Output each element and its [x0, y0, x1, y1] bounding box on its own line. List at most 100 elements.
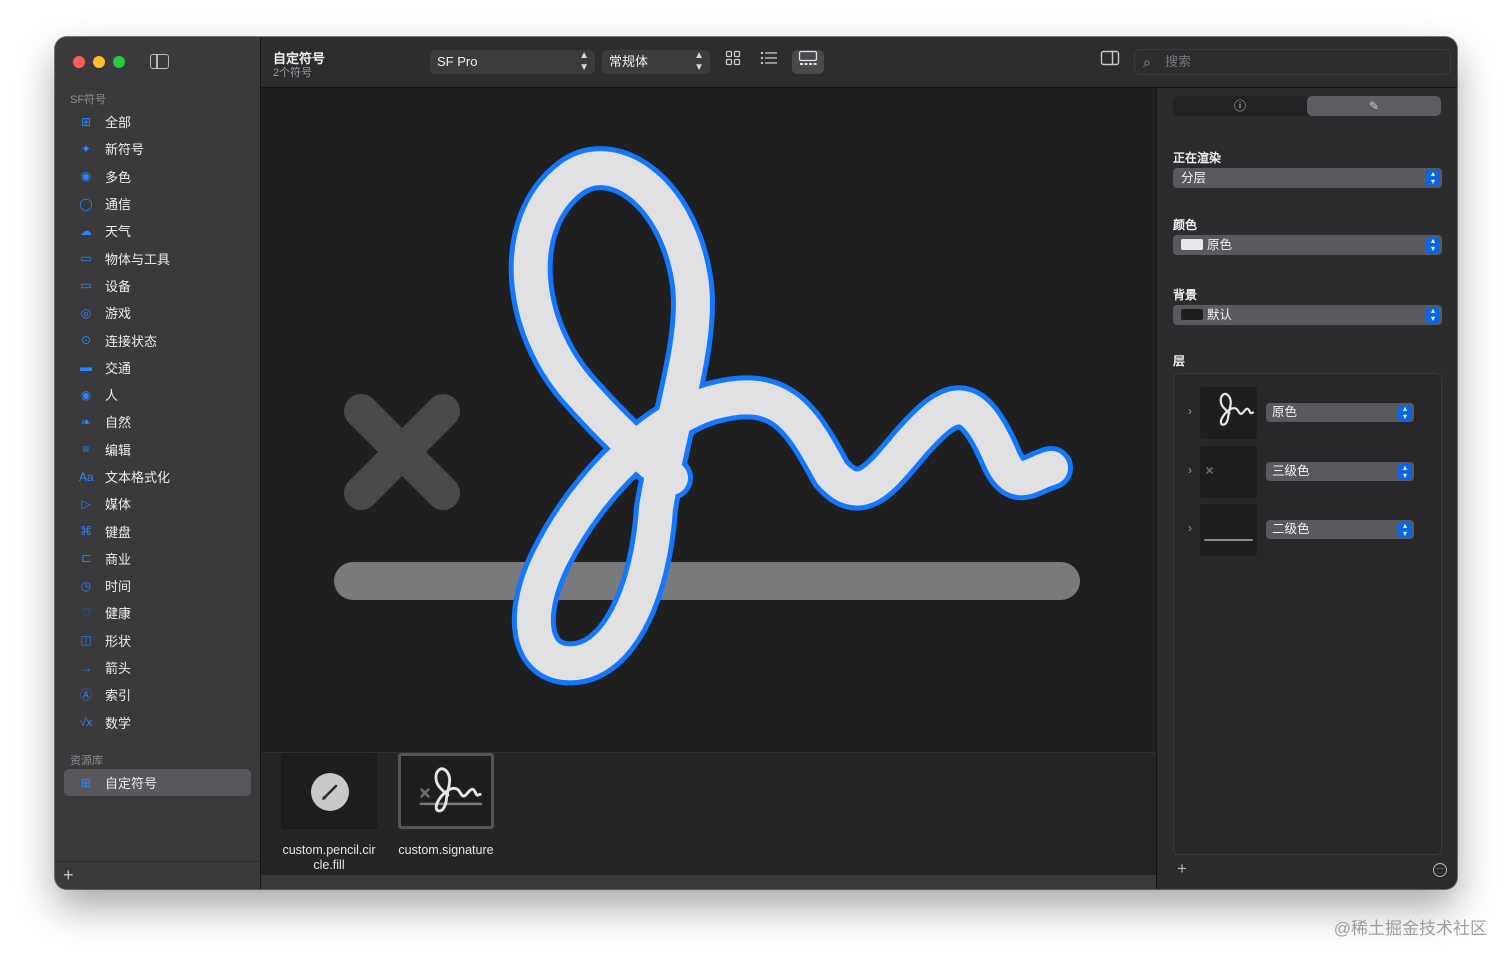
sidebar-item[interactable]: ✦ 新符号 — [64, 135, 251, 162]
add-library-button[interactable]: + — [63, 865, 74, 886]
sidebar-footer: + — [55, 861, 260, 889]
sidebar-item[interactable]: ⊞ 自定符号 — [64, 769, 251, 797]
x-layer-thumbnail — [1200, 446, 1257, 498]
layer-color-popup[interactable]: 三级色 ▴ ▾ — [1266, 462, 1414, 481]
weight-popup[interactable]: 常规体 ▲ ▼ — [602, 50, 710, 74]
car-icon: ▬ — [80, 360, 92, 375]
sidebar-item[interactable]: ☁ 天气 — [64, 217, 251, 244]
zoom-window-button[interactable] — [113, 56, 125, 68]
sidebar-item[interactable]: ◫ 形状 — [64, 627, 251, 654]
search-placeholder: 搜索 — [1165, 54, 1192, 69]
sidebar-item[interactable]: ⌘ 键盘 — [64, 517, 251, 544]
more-options-icon[interactable]: ··· — [1433, 863, 1447, 877]
gallery-item-signature[interactable]: custom.signature — [391, 753, 501, 858]
folder-icon: ▭ — [80, 251, 92, 266]
sidebar-item[interactable]: ⊙ 连接状态 — [64, 326, 251, 353]
sidebar-item-label: 商业 — [105, 551, 132, 567]
sidebar-item[interactable]: Ⓐ 索引 — [64, 681, 251, 708]
weight-popup-value: 常规体 — [609, 54, 649, 69]
sidebar-item[interactable]: ♡ 健康 — [64, 599, 251, 626]
sidebar-item-label: 物体与工具 — [105, 251, 171, 267]
layer-color-popup[interactable]: 二级色 ▴ ▾ — [1266, 520, 1414, 539]
gallery-scrollbar[interactable] — [261, 875, 1156, 889]
toolbar: 自定符号 2个符号 SF Pro ▲ ▼ 常规体 ▲ ▼ ⌕ 搜索 — [261, 37, 1457, 88]
sidebar-toggle-icon[interactable] — [150, 54, 169, 69]
popup-chevron-icon: ▲ ▼ — [694, 50, 704, 73]
gamecontroller-icon: ◎ — [80, 305, 92, 320]
search-field[interactable]: ⌕ 搜索 — [1134, 49, 1451, 75]
inspector-panel: ⓘ ✎ 正在渲染 分层 ▴▾ 颜色 原色 ▴▾ 背景 默认 ▴▾ 层 › — [1156, 88, 1457, 889]
sidebar-item[interactable]: ◉ 人 — [64, 381, 251, 408]
layer-row[interactable]: › 原色 ▴ ▾ — [1174, 387, 1443, 439]
sidebar-item-label: 文本格式化 — [105, 470, 171, 485]
sidebar-item-label: 游戏 — [105, 306, 132, 322]
gallery-view-icon[interactable] — [792, 50, 824, 74]
stepper-chevron-icon: ▴ ▾ — [1398, 464, 1412, 480]
sidebar-item[interactable]: ❧ 自然 — [64, 408, 251, 435]
sidebar-item[interactable]: ▭ 设备 — [64, 272, 251, 299]
disclosure-chevron-icon[interactable]: › — [1188, 463, 1192, 477]
sidebar-item[interactable]: ⊞ 全部 — [64, 108, 251, 135]
inspector-toggle-icon[interactable] — [1097, 50, 1123, 74]
layer-color-popup[interactable]: 原色 ▴ ▾ — [1266, 403, 1414, 422]
stepper-chevron-icon: ▴ ▾ — [1398, 405, 1412, 421]
layers-list: › 原色 ▴ ▾ › 三级色 ▴ ▾ › 二级色 ▴ ▾ — [1173, 373, 1442, 855]
brush-tab-icon[interactable]: ✎ — [1307, 96, 1441, 116]
layer-color-value: 三级色 — [1272, 464, 1310, 478]
gallery-item-pencil[interactable]: custom.pencil.circle.fill — [274, 753, 384, 873]
sidebar-item[interactable]: ≡ 编辑 — [64, 436, 251, 463]
section-sf-symbols-label: SF符号 — [70, 94, 107, 106]
heart-icon: ♡ — [80, 605, 92, 620]
sidebar-library-list: ⊞ 自定符号 — [64, 769, 251, 797]
sidebar-item[interactable]: ▬ 交通 — [64, 354, 251, 381]
section-library-label: 资源库 — [70, 755, 103, 767]
layer-row[interactable]: › 二级色 ▴ ▾ — [1174, 504, 1443, 556]
background-swatch — [1181, 309, 1203, 321]
rendering-popup[interactable]: 分层 ▴ ▾ — [1173, 168, 1442, 188]
add-layer-button[interactable]: + — [1177, 859, 1187, 879]
minimize-window-button[interactable] — [93, 56, 105, 68]
stepper-chevron-icon: ▴ ▾ — [1426, 237, 1440, 253]
background-label: 背景 — [1173, 288, 1198, 302]
signature-layer-thumbnail — [1200, 387, 1257, 439]
person-circle-icon: ◉ — [80, 387, 92, 402]
baseline-layer-thumbnail — [1200, 504, 1257, 556]
layer-color-value: 二级色 — [1272, 522, 1310, 536]
background-popup[interactable]: 默认 ▴ ▾ — [1173, 305, 1442, 325]
sidebar-category-list: ⊞ 全部 ✦ 新符号 ◉ 多色 ◯ 通信 ☁ 天气 ▭ 物体与工具 ▭ 设备 ◎ 游戏 ⊙ 连接状态 ▬ 交通 ◉ 人 ❧ 自… — [64, 108, 251, 736]
list-view-icon[interactable] — [756, 50, 782, 74]
sidebar-item[interactable]: ▷ 媒体 — [64, 490, 251, 517]
sidebar-item[interactable]: → 箭头 — [64, 654, 251, 681]
sparkle-icon: ✦ — [80, 141, 92, 156]
color-popup[interactable]: 原色 ▴ ▾ — [1173, 235, 1442, 255]
sidebar-item[interactable]: ◎ 游戏 — [64, 299, 251, 326]
sidebar-item[interactable]: Aa 文本格式化 — [64, 463, 251, 490]
close-window-button[interactable] — [73, 56, 85, 68]
stepper-chevron-icon: ▴ ▾ — [1426, 170, 1440, 186]
sidebar-item[interactable]: √x 数学 — [64, 709, 251, 736]
font-popup-value: SF Pro — [437, 54, 478, 69]
sidebar-item[interactable]: ◷ 时间 — [64, 572, 251, 599]
app-window: SF符号 ⊞ 全部 ✦ 新符号 ◉ 多色 ◯ 通信 ☁ 天气 ▭ 物体与工具 ▭ 设备 ◎ 游戏 ⊙ 连接状态 ▬ 交… — [55, 37, 1457, 889]
grid-view-icon[interactable] — [720, 50, 746, 74]
symbol-count: 2个符号 — [273, 67, 313, 79]
font-popup[interactable]: SF Pro ▲ ▼ — [430, 50, 595, 74]
layers-label: 层 — [1173, 354, 1186, 368]
disclosure-chevron-icon[interactable]: › — [1188, 404, 1192, 418]
x-mark-layer — [344, 394, 460, 510]
popup-chevron-icon: ▲ ▼ — [579, 50, 589, 73]
sidebar-item-label: 交通 — [105, 360, 132, 376]
sidebar-item-label: 自然 — [105, 415, 132, 431]
sidebar-item[interactable]: ◯ 通信 — [64, 190, 251, 217]
disclosure-chevron-icon[interactable]: › — [1188, 521, 1192, 535]
layer-row[interactable]: › 三级色 ▴ ▾ — [1174, 446, 1443, 498]
gallery-item-label: custom.signature — [398, 843, 494, 857]
cloud-sun-icon: ☁ — [80, 223, 92, 238]
sidebar-item[interactable]: ◉ 多色 — [64, 163, 251, 190]
sidebar-item[interactable]: ▭ 物体与工具 — [64, 244, 251, 271]
sidebar-item-label: 时间 — [105, 579, 132, 595]
sidebar-item[interactable]: ⊏ 商业 — [64, 545, 251, 572]
sidebar-item-label: 新符号 — [105, 142, 145, 158]
shapes-icon: ◫ — [80, 633, 92, 648]
info-tab-icon[interactable]: ⓘ — [1173, 96, 1307, 116]
